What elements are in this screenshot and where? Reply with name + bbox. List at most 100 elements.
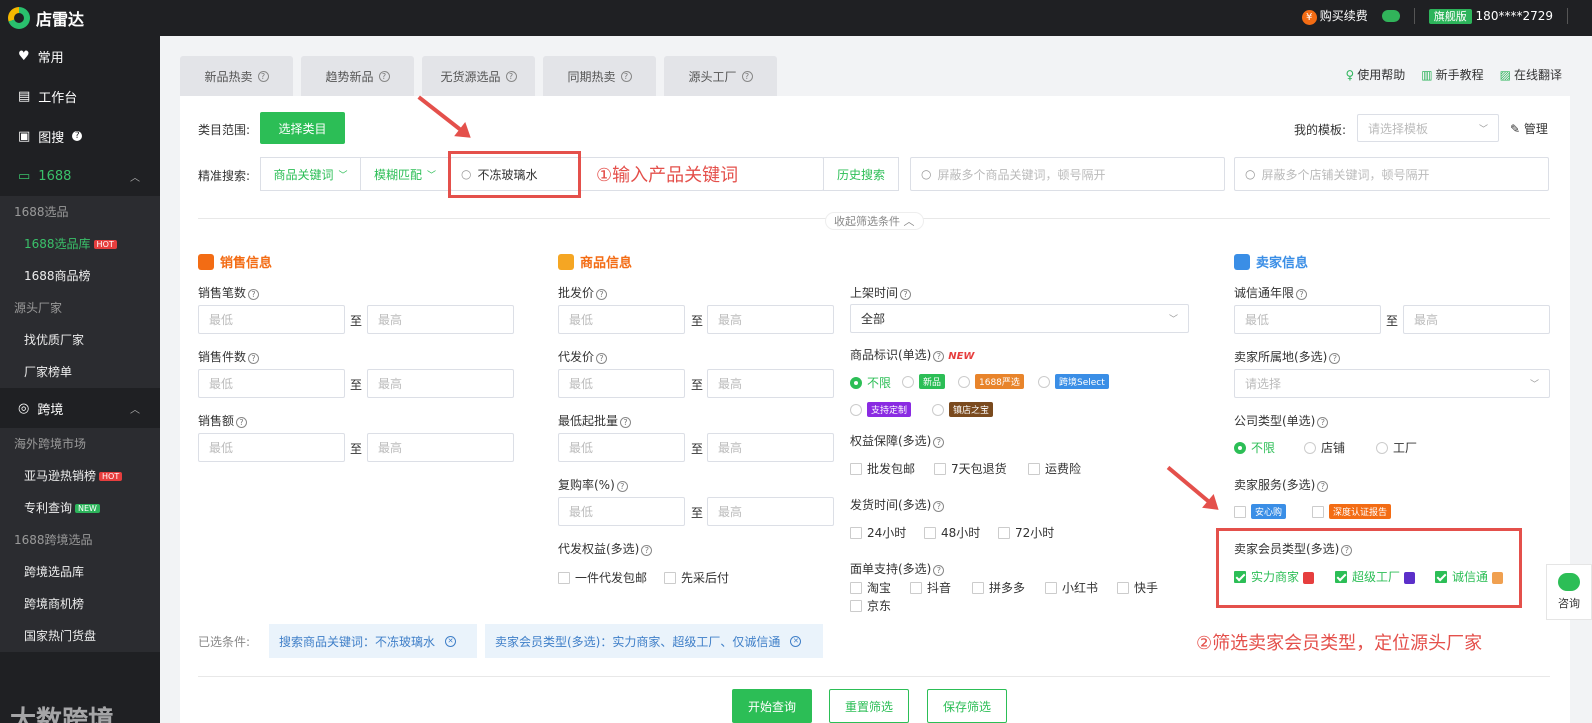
logo-text: 店雷达 <box>36 10 85 29</box>
sidebar-item-cross-opp[interactable]: 跨境商机榜 <box>0 588 160 620</box>
sidebar-item-1688-rank[interactable]: 1688商品榜 <box>0 260 160 292</box>
manage-link[interactable]: ✎ 管理 <box>1510 120 1548 137</box>
logo[interactable]: 店雷达 <box>8 6 84 30</box>
mark-label: 商品标识(单选)? NEW <box>850 346 974 363</box>
waybill-kuaishou-checkbox[interactable]: 快手 <box>1117 579 1158 596</box>
help-link[interactable]: ♀ 使用帮助 <box>1345 66 1405 83</box>
block-goods-placeholder: 屏蔽多个商品关键词，顿号隔开 <box>937 167 1106 182</box>
translate-link[interactable]: ▨ 在线翻译 <box>1500 66 1562 83</box>
sidebar-item-cross[interactable]: ◎ 跨境 ︿ <box>0 388 160 428</box>
radio-icon <box>902 376 914 388</box>
ship-24h-checkbox[interactable]: 24小时 <box>850 524 906 541</box>
repurchase-min[interactable]: 最低 <box>558 497 685 526</box>
years-min[interactable]: 最低 <box>1234 305 1381 334</box>
label-text: 卖家服务(多选) <box>1234 478 1316 492</box>
sales-pieces-max[interactable]: 最高 <box>367 369 514 398</box>
history-search-button[interactable]: 历史搜索 <box>823 157 899 191</box>
label-text: 公司类型(单选) <box>1234 414 1316 428</box>
account[interactable]: 旗舰版 180****2729 <box>1428 8 1553 24</box>
tag-text: 卖家会员类型(多选)：实力商家、超级工厂、仅诚信通 <box>495 634 781 649</box>
match-type-select[interactable]: 模糊匹配 ﹀ <box>360 157 450 191</box>
company-shop-radio[interactable]: 店铺 <box>1304 439 1345 456</box>
mark-custom-radio[interactable]: 支持定制 <box>850 402 912 417</box>
wholesale-max[interactable]: 最高 <box>707 305 834 334</box>
sidebar-item-1688-lib[interactable]: 1688选品库 HOT <box>0 228 160 260</box>
close-icon[interactable]: ✕ <box>445 635 457 647</box>
list-time-select[interactable]: 全部 ﹀ <box>850 304 1189 333</box>
ship-72h-checkbox[interactable]: 72小时 <box>998 524 1054 541</box>
rights-return-checkbox[interactable]: 7天包退货 <box>934 460 1007 477</box>
dropship-min[interactable]: 最低 <box>558 369 685 398</box>
waybill-jd-checkbox[interactable]: 京东 <box>850 597 891 614</box>
waybill-xhs-checkbox[interactable]: 小红书 <box>1045 579 1098 596</box>
cloud-icon[interactable] <box>1381 10 1400 22</box>
years-max[interactable]: 最高 <box>1403 305 1550 334</box>
tab-trend[interactable]: 趋势新品? <box>301 56 414 96</box>
sidebar: ♥ 常用 ▤ 工作台 ▣ 图搜? ▭ 1688 ︿ 1688选品 1688选品库 HOT 1… <box>0 36 160 723</box>
collapse-filter-toggle[interactable]: 收起筛选条件 ︿ <box>825 212 924 230</box>
sidebar-item-patent[interactable]: 专利查询 NEW <box>0 492 160 524</box>
consult-button[interactable]: 咨询 <box>1546 564 1592 620</box>
rights-free-ship-checkbox[interactable]: 批发包邮 <box>850 460 915 477</box>
mark-any-radio[interactable]: 不限 <box>850 374 891 391</box>
start-query-button[interactable]: 开始查询 <box>732 689 812 723</box>
tab-factory[interactable]: 源头工厂? <box>664 56 777 96</box>
block-goods-input[interactable]: ○ 屏蔽多个商品关键词，顿号隔开 <box>910 157 1225 191</box>
sales-amount-min[interactable]: 最低 <box>198 433 345 462</box>
reset-filter-button[interactable]: 重置筛选 <box>829 689 909 723</box>
sidebar-item-label: 工作台 <box>38 90 78 106</box>
rights-freight-checkbox[interactable]: 运费险 <box>1028 460 1081 477</box>
sidebar-item-find-factory[interactable]: 找优质厂家 <box>0 324 160 356</box>
wholesale-label: 批发价? <box>558 284 608 301</box>
min-batch-min[interactable]: 最低 <box>558 433 685 462</box>
repurchase-max[interactable]: 最高 <box>707 497 834 526</box>
option-label: 48小时 <box>941 526 981 540</box>
close-icon[interactable]: ✕ <box>790 635 802 647</box>
select-category-button[interactable]: 选择类目 <box>260 112 345 144</box>
sidebar-item-label: 图搜 <box>38 130 65 146</box>
tab-new-hot[interactable]: 新品热卖? <box>180 56 293 96</box>
search-type-select[interactable]: 商品关键词 ﹀ <box>260 157 361 191</box>
buy-button[interactable]: ¥ 购买续费 <box>1301 7 1368 25</box>
question-icon: ? <box>641 545 653 556</box>
waybill-pdd-checkbox[interactable]: 拼多多 <box>972 579 1025 596</box>
pay-later-checkbox[interactable]: 先采后付 <box>664 569 729 586</box>
free-ship-checkbox[interactable]: 一件代发包邮 <box>558 569 647 586</box>
tutorial-link[interactable]: ▥ 新手教程 <box>1421 66 1483 83</box>
sidebar-item-workbench[interactable]: ▤ 工作台 <box>0 76 160 116</box>
service-report-checkbox[interactable]: 深度认证报告 <box>1312 504 1392 519</box>
waybill-douyin-checkbox[interactable]: 抖音 <box>910 579 951 596</box>
sales-count-max[interactable]: 最高 <box>367 305 514 334</box>
company-factory-radio[interactable]: 工厂 <box>1376 439 1417 456</box>
sidebar-item-country-hot[interactable]: 国家热门货盘 <box>0 620 160 652</box>
sidebar-item-cross-lib[interactable]: 跨境选品库 <box>0 556 160 588</box>
sidebar-item-amazon[interactable]: 亚马逊热销榜 HOT <box>0 460 160 492</box>
template-select[interactable]: 请选择模板 ﹀ <box>1357 114 1499 142</box>
mark-select-radio[interactable]: 跨境Select <box>1038 374 1109 389</box>
mark-strict-radio[interactable]: 1688严选 <box>958 374 1024 389</box>
sales-pieces-min[interactable]: 最低 <box>198 369 345 398</box>
service-anxin-checkbox[interactable]: 安心购 <box>1234 504 1287 519</box>
dropship-max[interactable]: 最高 <box>707 369 834 398</box>
tab-same-period[interactable]: 同期热卖? <box>543 56 656 96</box>
sidebar-item-factory-rank[interactable]: 厂家榜单 <box>0 356 160 388</box>
ship-time-label: 发货时间(多选)? <box>850 496 945 513</box>
waybill-taobao-checkbox[interactable]: 淘宝 <box>850 579 891 596</box>
location-select[interactable]: 请选择 ﹀ <box>1234 369 1550 398</box>
mark-new-radio[interactable]: 新品 <box>902 374 946 389</box>
save-filter-button[interactable]: 保存筛选 <box>927 689 1007 723</box>
sidebar-item-1688[interactable]: ▭ 1688 ︿ <box>0 156 160 196</box>
tab-no-source[interactable]: 无货源选品? <box>422 56 535 96</box>
wholesale-min[interactable]: 最低 <box>558 305 685 334</box>
sidebar-item-common[interactable]: ♥ 常用 <box>0 36 160 76</box>
edit-icon: ✎ <box>1510 122 1521 136</box>
min-batch-max[interactable]: 最高 <box>707 433 834 462</box>
ship-48h-checkbox[interactable]: 48小时 <box>924 524 980 541</box>
sidebar-item-image-search[interactable]: ▣ 图搜? <box>0 116 160 156</box>
heart-icon: ♥ <box>18 48 30 64</box>
mark-treasure-radio[interactable]: 镇店之宝 <box>932 402 994 417</box>
sales-count-min[interactable]: 最低 <box>198 305 345 334</box>
block-shop-input[interactable]: ○ 屏蔽多个店铺关键词，顿号隔开 <box>1234 157 1549 191</box>
sales-amount-max[interactable]: 最高 <box>367 433 514 462</box>
company-any-radio[interactable]: 不限 <box>1234 439 1275 456</box>
